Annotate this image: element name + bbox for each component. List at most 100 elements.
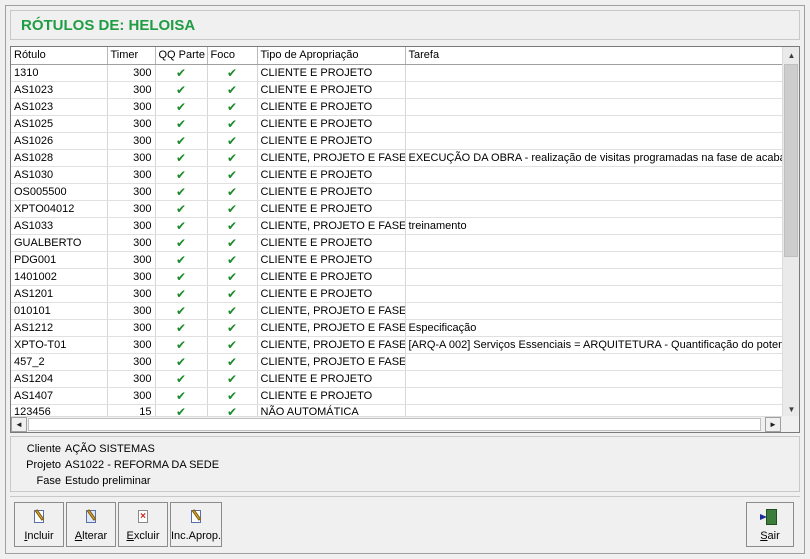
foco-check-icon: ✔ xyxy=(207,149,258,167)
inc-aprop-button[interactable]: Inc.Aprop. xyxy=(170,502,222,547)
table-row[interactable]: 1401002 300 ✔ ✔ CLIENTE E PROJETO xyxy=(11,268,782,286)
cell-tipo-apropriacao: CLIENTE E PROJETO xyxy=(257,98,406,116)
vertical-scroll-thumb[interactable] xyxy=(784,64,798,257)
sair-label: Sair xyxy=(760,530,780,542)
page-title: RÓTULOS DE: HELOISA xyxy=(21,17,196,34)
grid-viewport: Rótulo Timer QQ Parte Foco Tipo de Apropriaç… xyxy=(11,47,782,418)
qq-parte-check-icon: ✔ xyxy=(155,149,208,167)
qq-parte-check-icon: ✔ xyxy=(155,302,208,320)
cell-tarefa xyxy=(405,302,782,320)
scroll-up-icon[interactable]: ▲ xyxy=(783,47,800,64)
scroll-right-icon[interactable]: ► xyxy=(765,417,781,432)
cell-tarefa xyxy=(405,353,782,371)
table-row[interactable]: AS1212 300 ✔ ✔ CLIENTE, PROJETO E FASE Especi… xyxy=(11,319,782,337)
incluir-button[interactable]: Incluir xyxy=(14,502,64,547)
foco-check-icon: ✔ xyxy=(207,115,258,133)
projeto-row: Projeto AS1022 - REFORMA DA SEDE xyxy=(11,459,219,473)
table-row[interactable]: AS1025 300 ✔ ✔ CLIENTE E PROJETO xyxy=(11,115,782,133)
cell-tipo-apropriacao: CLIENTE, PROJETO E FASE xyxy=(257,217,406,235)
excluir-button[interactable]: × Excluir xyxy=(118,502,168,547)
cell-timer: 300 xyxy=(107,268,156,286)
qq-parte-check-icon: ✔ xyxy=(155,98,208,116)
cell-timer: 300 xyxy=(107,234,156,252)
table-row[interactable]: AS1023 300 ✔ ✔ CLIENTE E PROJETO xyxy=(11,81,782,99)
cell-tarefa xyxy=(405,166,782,184)
cell-rotulo: OS005500 xyxy=(11,183,108,201)
cell-tipo-apropriacao: CLIENTE E PROJETO xyxy=(257,166,406,184)
fase-label: Fase xyxy=(36,475,61,487)
cell-timer: 300 xyxy=(107,132,156,150)
table-row[interactable]: PDG001 300 ✔ ✔ CLIENTE E PROJETO xyxy=(11,251,782,269)
cell-timer: 300 xyxy=(107,336,156,354)
table-row[interactable]: XPTO-T01 300 ✔ ✔ CLIENTE, PROJETO E FASE [ARQ… xyxy=(11,336,782,354)
table-row[interactable]: XPTO04012 300 ✔ ✔ CLIENTE E PROJETO xyxy=(11,200,782,218)
cell-tarefa xyxy=(405,115,782,133)
foco-check-icon: ✔ xyxy=(207,98,258,116)
cell-tipo-apropriacao: CLIENTE E PROJETO xyxy=(257,285,406,303)
table-row[interactable]: AS1407 300 ✔ ✔ CLIENTE E PROJETO xyxy=(11,387,782,405)
table-row[interactable]: AS1201 300 ✔ ✔ CLIENTE E PROJETO xyxy=(11,285,782,303)
table-row[interactable]: AS1030 300 ✔ ✔ CLIENTE E PROJETO xyxy=(11,166,782,184)
cell-timer: 300 xyxy=(107,319,156,337)
qq-parte-check-icon: ✔ xyxy=(155,81,208,99)
alterar-button[interactable]: Alterar xyxy=(66,502,116,547)
cell-timer: 300 xyxy=(107,251,156,269)
cell-tarefa xyxy=(405,98,782,116)
qq-parte-check-icon: ✔ xyxy=(155,353,208,371)
cell-timer: 300 xyxy=(107,64,156,82)
cell-timer: 300 xyxy=(107,166,156,184)
cell-tipo-apropriacao: CLIENTE E PROJETO xyxy=(257,81,406,99)
column-header-foco[interactable]: Foco xyxy=(207,47,258,65)
table-row[interactable]: AS1026 300 ✔ ✔ CLIENTE E PROJETO xyxy=(11,132,782,150)
vertical-scrollbar[interactable]: ▲ ▼ xyxy=(782,47,799,418)
table-row[interactable]: AS1028 300 ✔ ✔ CLIENTE, PROJETO E FASE EXECUÇ… xyxy=(11,149,782,167)
qq-parte-check-icon: ✔ xyxy=(155,217,208,235)
table-row[interactable]: 1310 300 ✔ ✔ CLIENTE E PROJETO xyxy=(11,64,782,82)
sair-button[interactable]: Sair xyxy=(746,502,794,547)
cell-tipo-apropriacao: CLIENTE, PROJETO E FASE xyxy=(257,353,406,371)
cell-tarefa xyxy=(405,200,782,218)
foco-check-icon: ✔ xyxy=(207,132,258,150)
foco-check-icon: ✔ xyxy=(207,217,258,235)
cell-timer: 300 xyxy=(107,183,156,201)
table-row[interactable]: OS005500 300 ✔ ✔ CLIENTE E PROJETO xyxy=(11,183,782,201)
table-row[interactable]: AS1023 300 ✔ ✔ CLIENTE E PROJETO xyxy=(11,98,782,116)
qq-parte-check-icon: ✔ xyxy=(155,115,208,133)
cell-tarefa xyxy=(405,183,782,201)
cell-tipo-apropriacao: CLIENTE E PROJETO xyxy=(257,200,406,218)
cell-tipo-apropriacao: CLIENTE E PROJETO xyxy=(257,64,406,82)
table-row[interactable]: 010101 300 ✔ ✔ CLIENTE, PROJETO E FASE xyxy=(11,302,782,320)
cliente-row: Cliente AÇÃO SISTEMAS xyxy=(11,443,155,457)
rotulos-grid[interactable]: Rótulo Timer QQ Parte Foco Tipo de Apropriaç… xyxy=(10,46,800,433)
qq-parte-check-icon: ✔ xyxy=(155,251,208,269)
grid-body: 1310 300 ✔ ✔ CLIENTE E PROJETO AS1023 300 ✔ ✔ CLI… xyxy=(11,64,782,418)
cell-tarefa: [ARQ-A 002] Serviços Essenciais = ARQUIT… xyxy=(405,336,782,354)
projeto-label: Projeto xyxy=(26,459,61,471)
column-header-rotulo[interactable]: Rótulo xyxy=(11,47,108,65)
cell-rotulo: AS1201 xyxy=(11,285,108,303)
horizontal-scroll-thumb[interactable] xyxy=(28,418,761,431)
table-row[interactable]: 457_2 300 ✔ ✔ CLIENTE, PROJETO E FASE xyxy=(11,353,782,371)
column-header-tarefa[interactable]: Tarefa xyxy=(405,47,782,65)
column-header-tipo-apropriacao[interactable]: Tipo de Apropriação xyxy=(257,47,406,65)
cell-tipo-apropriacao: CLIENTE E PROJETO xyxy=(257,251,406,269)
document-pen-icon xyxy=(188,509,204,525)
table-row[interactable]: AS1204 300 ✔ ✔ CLIENTE E PROJETO xyxy=(11,370,782,388)
horizontal-scrollbar[interactable]: ◄ ► xyxy=(11,416,782,432)
table-row[interactable]: GUALBERTO 300 ✔ ✔ CLIENTE E PROJETO xyxy=(11,234,782,252)
foco-check-icon: ✔ xyxy=(207,183,258,201)
cell-tipo-apropriacao: CLIENTE E PROJETO xyxy=(257,115,406,133)
table-row[interactable]: AS1033 300 ✔ ✔ CLIENTE, PROJETO E FASE treina… xyxy=(11,217,782,235)
cell-tipo-apropriacao: CLIENTE, PROJETO E FASE xyxy=(257,336,406,354)
cell-tarefa xyxy=(405,64,782,82)
foco-check-icon: ✔ xyxy=(207,268,258,286)
cell-rotulo: XPTO-T01 xyxy=(11,336,108,354)
column-header-timer[interactable]: Timer xyxy=(107,47,156,65)
inc-aprop-label: Inc.Aprop. xyxy=(170,530,222,542)
exit-door-icon xyxy=(760,509,778,525)
incluir-label: Incluir xyxy=(24,530,54,542)
cell-rotulo: 457_2 xyxy=(11,353,108,371)
column-header-qq-parte[interactable]: QQ Parte xyxy=(155,47,208,65)
cliente-value: AÇÃO SISTEMAS xyxy=(65,443,155,455)
scroll-left-icon[interactable]: ◄ xyxy=(11,417,27,432)
